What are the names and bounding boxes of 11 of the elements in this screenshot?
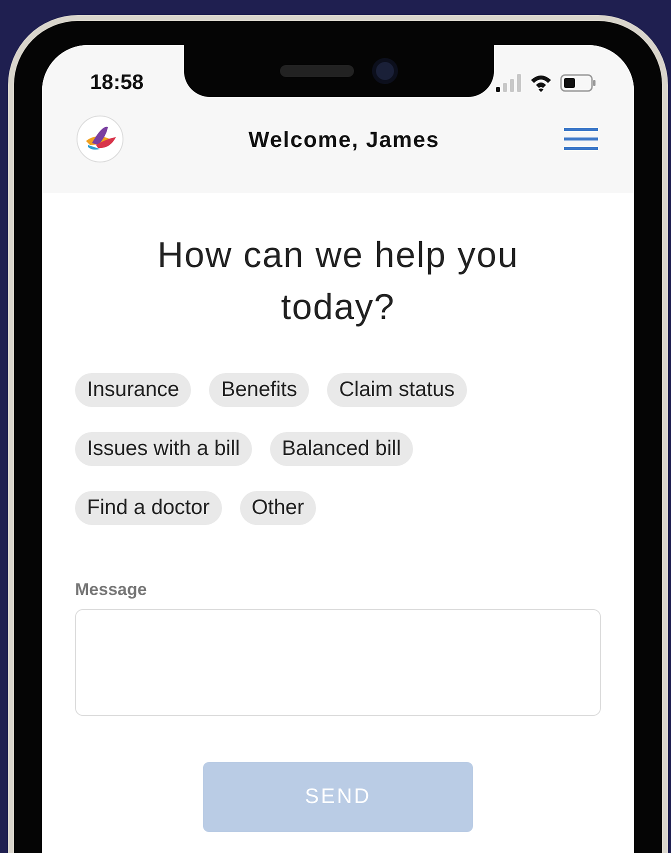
- topic-chip[interactable]: Other: [240, 491, 316, 525]
- topic-chip[interactable]: Benefits: [209, 373, 310, 407]
- topic-chip[interactable]: Issues with a bill: [75, 432, 252, 466]
- topic-chip[interactable]: Find a doctor: [75, 491, 222, 525]
- page-heading: How can we help you today?: [156, 233, 520, 329]
- topic-chip[interactable]: Insurance: [75, 373, 192, 407]
- status-time: 18:58: [90, 70, 144, 96]
- topic-chip[interactable]: Claim status: [327, 373, 467, 407]
- message-label: Message: [75, 579, 148, 601]
- topic-chip[interactable]: Balanced bill: [270, 432, 413, 466]
- header-title: Welcome, James: [248, 126, 440, 154]
